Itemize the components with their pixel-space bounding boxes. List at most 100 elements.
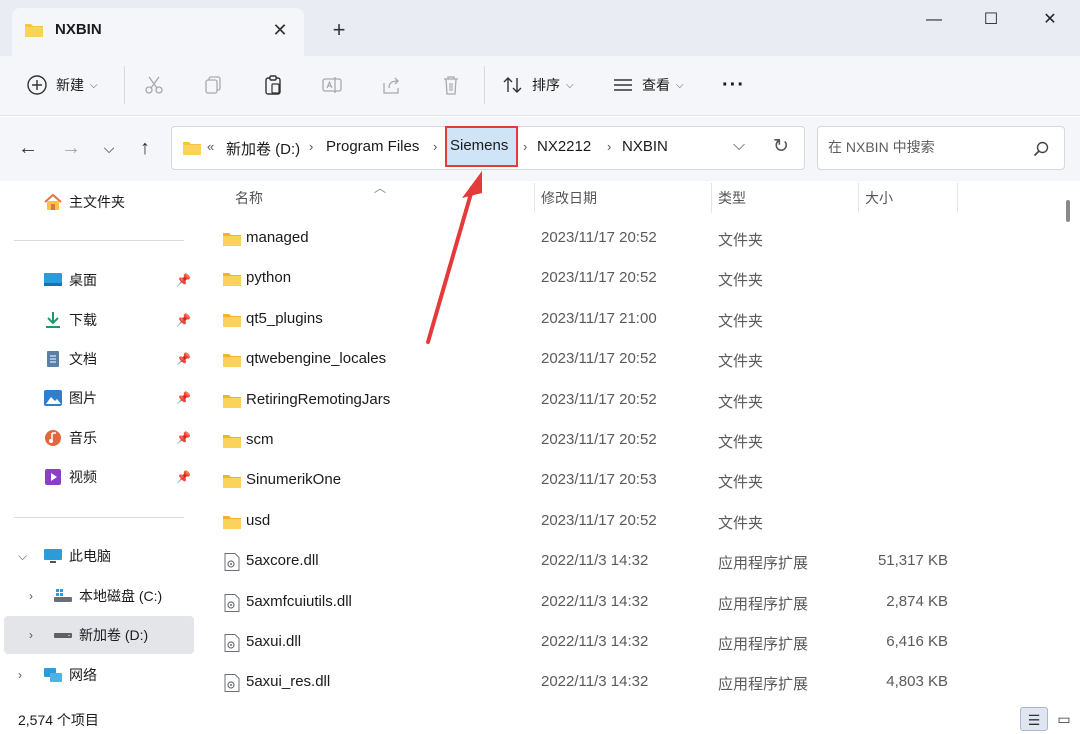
share-button[interactable] bbox=[381, 70, 403, 100]
paste-button[interactable] bbox=[262, 70, 284, 100]
search-icon[interactable] bbox=[1033, 141, 1049, 157]
sidebar-item-desktop[interactable]: 桌面 📌 bbox=[0, 261, 200, 299]
sidebar-item-videos[interactable]: 视频 📌 bbox=[0, 458, 200, 496]
sort-button[interactable]: 排序 ⌵ bbox=[502, 70, 574, 100]
close-window-button[interactable]: ✕ bbox=[1030, 6, 1070, 34]
large-icons-view-icon[interactable]: ▭ bbox=[1050, 707, 1078, 731]
column-divider[interactable] bbox=[711, 183, 712, 213]
file-row[interactable]: 5axmfcuiutils.dll 2022/11/3 14:32 应用程序扩展 2,… bbox=[200, 583, 1062, 623]
tab-nxbin[interactable]: NXBIN ✕ bbox=[12, 8, 304, 56]
search-input[interactable] bbox=[828, 139, 1028, 155]
scissors-icon bbox=[145, 76, 163, 94]
recent-locations-chevron-icon[interactable]: ⌵ bbox=[97, 136, 121, 160]
overflow-breadcrumb[interactable]: « bbox=[207, 139, 214, 154]
sidebar-item-drive-c[interactable]: › 本地磁盘 (C:) bbox=[0, 577, 200, 615]
sidebar-item-this-pc[interactable]: ⌵ 此电脑 bbox=[0, 537, 200, 575]
tab-title: NXBIN bbox=[55, 21, 102, 38]
folder-icon bbox=[223, 233, 241, 246]
plus-circle-icon bbox=[27, 75, 47, 95]
file-modified-date: 2022/11/3 14:32 bbox=[541, 552, 649, 570]
minimize-button[interactable]: — bbox=[914, 6, 954, 34]
breadcrumb-nxbin[interactable]: NXBIN bbox=[622, 138, 668, 155]
file-modified-date: 2022/11/3 14:32 bbox=[541, 673, 649, 691]
file-row[interactable]: 5axui_res.dll 2022/11/3 14:32 应用程序扩展 4,803 … bbox=[200, 663, 1062, 703]
sidebar-item-documents[interactable]: 文档 📌 bbox=[0, 340, 200, 378]
file-row[interactable]: RetiringRemotingJars 2023/11/17 20:52 文件夹 bbox=[200, 381, 1062, 421]
vertical-scrollbar[interactable] bbox=[1066, 200, 1070, 222]
chevron-right-icon[interactable]: › bbox=[29, 589, 33, 603]
breadcrumb-separator-icon[interactable]: › bbox=[523, 139, 527, 154]
back-arrow-icon[interactable]: ← bbox=[16, 136, 40, 160]
file-row[interactable]: qt5_plugins 2023/11/17 21:00 文件夹 bbox=[200, 300, 1062, 340]
file-modified-date: 2023/11/17 20:52 bbox=[541, 269, 657, 287]
file-size: 4,803 KB bbox=[886, 673, 948, 691]
chevron-right-icon[interactable]: › bbox=[18, 668, 22, 682]
file-size: 2,874 KB bbox=[886, 592, 948, 610]
file-type: 应用程序扩展 bbox=[718, 636, 809, 653]
file-row[interactable]: scm 2023/11/17 20:52 文件夹 bbox=[200, 421, 1062, 461]
dll-file-icon bbox=[224, 674, 240, 693]
up-arrow-icon[interactable]: ↑ bbox=[133, 136, 157, 160]
file-row[interactable]: usd 2023/11/17 20:52 文件夹 bbox=[200, 502, 1062, 542]
column-divider[interactable] bbox=[957, 183, 958, 213]
file-name: 5axui.dll bbox=[246, 633, 302, 650]
new-tab-button[interactable]: + bbox=[328, 19, 350, 41]
refresh-icon[interactable]: ↻ bbox=[773, 135, 789, 158]
breadcrumb-separator-icon[interactable]: › bbox=[309, 139, 313, 154]
folder-icon bbox=[223, 515, 241, 529]
sidebar-item-music[interactable]: 音乐 📌 bbox=[0, 419, 200, 457]
item-count: 2,574 个项目 bbox=[18, 712, 99, 728]
chevron-right-icon[interactable]: › bbox=[29, 628, 33, 642]
column-header-date[interactable]: 修改日期 bbox=[541, 181, 597, 215]
highlighted-breadcrumb-frame[interactable]: Siemens bbox=[445, 126, 518, 167]
rename-button[interactable] bbox=[321, 70, 343, 100]
column-divider[interactable] bbox=[534, 183, 535, 213]
column-header-type[interactable]: 类型 bbox=[718, 181, 746, 215]
breadcrumb-separator-icon[interactable]: › bbox=[433, 139, 437, 154]
address-history-chevron-icon[interactable]: ⌵ bbox=[733, 137, 745, 155]
sidebar-item-downloads[interactable]: 下载 📌 bbox=[0, 301, 200, 339]
sidebar-item-label: 本地磁盘 (C:) bbox=[79, 588, 163, 604]
sidebar-item-network[interactable]: › 网络 bbox=[0, 656, 200, 694]
search-box[interactable] bbox=[817, 126, 1065, 170]
file-row[interactable]: python 2023/11/17 20:52 文件夹 bbox=[200, 259, 1062, 299]
new-button[interactable]: 新建 ⌵ bbox=[26, 70, 98, 100]
pin-icon[interactable]: 📌 bbox=[176, 391, 191, 405]
file-row[interactable]: 5axui.dll 2022/11/3 14:32 应用程序扩展 6,416 KB bbox=[200, 623, 1062, 663]
file-type: 文件夹 bbox=[718, 312, 764, 330]
file-row[interactable]: SinumerikOne 2023/11/17 20:53 文件夹 bbox=[200, 461, 1062, 501]
pin-icon[interactable]: 📌 bbox=[176, 470, 191, 484]
delete-button[interactable] bbox=[440, 70, 462, 100]
file-row[interactable]: 5axcore.dll 2022/11/3 14:32 应用程序扩展 51,317 K… bbox=[200, 542, 1062, 582]
details-view-icon[interactable]: ☰ bbox=[1020, 707, 1048, 731]
column-header-size[interactable]: 大小 bbox=[865, 181, 893, 215]
sidebar-item-drive-d[interactable]: › 新加卷 (D:) bbox=[4, 616, 194, 654]
toolbar-divider bbox=[484, 66, 485, 104]
maximize-button[interactable]: ☐ bbox=[971, 6, 1011, 34]
breadcrumb-nx2212[interactable]: NX2212 bbox=[537, 138, 591, 155]
copy-button[interactable] bbox=[202, 70, 224, 100]
breadcrumb-siemens[interactable]: Siemens bbox=[450, 137, 508, 154]
pin-icon[interactable]: 📌 bbox=[176, 352, 191, 366]
more-options-button[interactable]: ··· bbox=[722, 70, 745, 100]
pin-icon[interactable]: 📌 bbox=[176, 313, 191, 327]
breadcrumb-drive-d[interactable]: 新加卷 (D:) bbox=[226, 138, 300, 159]
file-row[interactable]: managed 2023/11/17 20:52 文件夹 bbox=[200, 219, 1062, 259]
file-modified-date: 2023/11/17 20:52 bbox=[541, 229, 657, 246]
chevron-down-icon[interactable]: ⌵ bbox=[18, 549, 27, 564]
forward-arrow-icon[interactable]: → bbox=[59, 136, 83, 160]
dll-file-icon bbox=[224, 634, 240, 652]
tab-close-icon[interactable]: ✕ bbox=[270, 20, 290, 40]
file-row[interactable]: qtwebengine_locales 2023/11/17 20:52 文件夹 bbox=[200, 340, 1062, 380]
file-name: scm bbox=[246, 431, 274, 448]
column-header-name[interactable]: 名称 bbox=[235, 181, 263, 215]
breadcrumb-separator-icon[interactable]: › bbox=[607, 139, 611, 154]
cut-button[interactable] bbox=[143, 70, 165, 100]
pin-icon[interactable]: 📌 bbox=[176, 431, 191, 445]
view-button[interactable]: 查看 ⌵ bbox=[612, 70, 684, 100]
sidebar-item-home[interactable]: 主文件夹 bbox=[0, 183, 200, 221]
breadcrumb-program-files[interactable]: Program Files bbox=[326, 138, 419, 155]
pin-icon[interactable]: 📌 bbox=[176, 273, 191, 287]
column-divider[interactable] bbox=[858, 183, 859, 213]
sidebar-item-pictures[interactable]: 图片 📌 bbox=[0, 379, 200, 417]
